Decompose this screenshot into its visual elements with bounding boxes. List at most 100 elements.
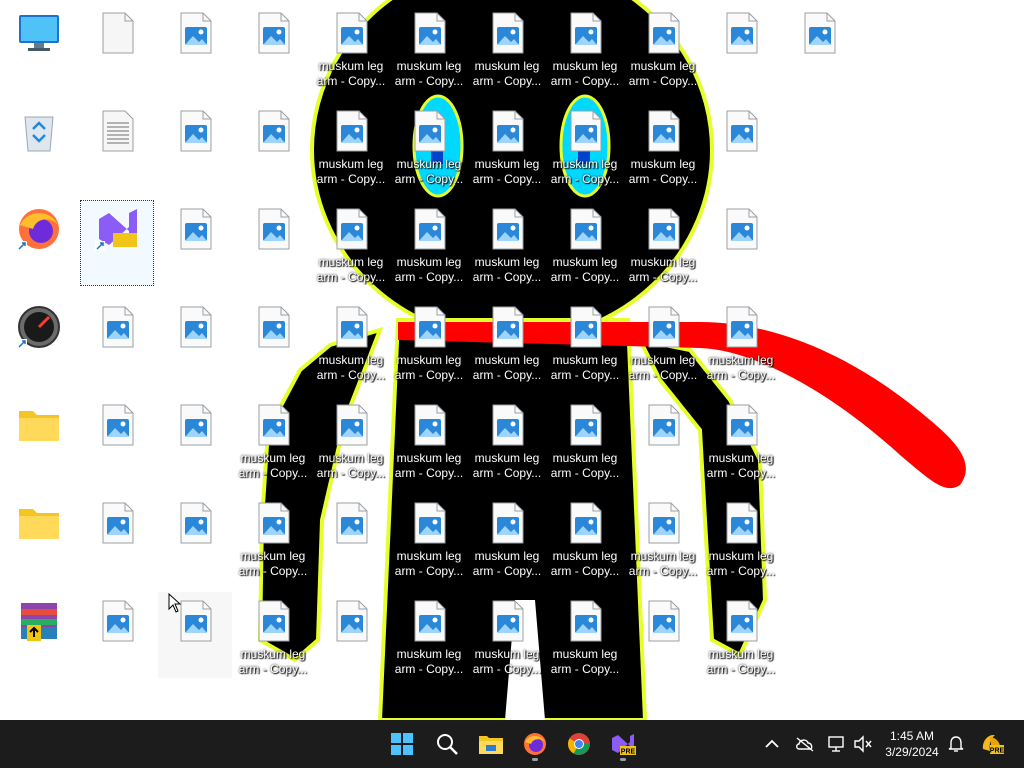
clock-time: 1:45 AM [889, 729, 935, 743]
image-file-icon[interactable]: muskum leg arm - Copy... [548, 102, 622, 188]
image-file-icon[interactable]: muskum leg arm - Copy... [470, 298, 544, 384]
image-file-icon[interactable]: muskum leg arm - Copy... [470, 396, 544, 482]
recycle-bin-icon[interactable] [2, 102, 76, 188]
image-file-icon[interactable]: muskum leg arm - Copy... [314, 200, 388, 286]
monitor-glyph-icon [17, 11, 61, 55]
image-file-icon[interactable]: muskum leg arm - Copy... [314, 396, 388, 482]
image-file-icon[interactable] [158, 494, 232, 580]
image-file-icon[interactable]: muskum leg arm - Copy... [626, 494, 700, 580]
image-file-icon[interactable]: muskum leg arm - Copy... [548, 494, 622, 580]
winrar-icon[interactable] [2, 592, 76, 678]
image-file-icon[interactable] [80, 592, 154, 678]
icon-label: muskum leg arm - Copy... [237, 549, 309, 579]
file-explorer-button[interactable] [473, 726, 509, 762]
image-file-icon[interactable] [314, 592, 388, 678]
system-clock[interactable]: 1:45 AM 3/29/2024 [876, 728, 948, 760]
image-file-icon[interactable] [80, 298, 154, 384]
image-file-icon[interactable] [158, 396, 232, 482]
notifications-button[interactable] [944, 732, 968, 756]
image-file-icon[interactable]: muskum leg arm - Copy... [470, 102, 544, 188]
image-file-icon[interactable] [80, 396, 154, 482]
image-file-icon[interactable]: muskum leg arm - Copy... [470, 494, 544, 580]
image-file-icon[interactable]: muskum leg arm - Copy... [470, 592, 544, 678]
icon-label: muskum leg arm - Copy... [549, 157, 621, 187]
image-file-icon[interactable] [236, 298, 310, 384]
this-pc-icon[interactable] [2, 4, 76, 90]
folder-icon[interactable] [2, 396, 76, 482]
image-file-icon[interactable]: muskum leg arm - Copy... [392, 200, 466, 286]
image-file-icon[interactable] [704, 102, 778, 188]
search-button[interactable] [429, 726, 465, 762]
image-file-icon[interactable]: muskum leg arm - Copy... [548, 200, 622, 286]
image-file-icon[interactable]: muskum leg arm - Copy... [392, 494, 466, 580]
image-file-icon[interactable]: muskum leg arm - Copy... [236, 494, 310, 580]
image-file-icon[interactable]: muskum leg arm - Copy... [392, 4, 466, 90]
blank-file-icon[interactable] [80, 4, 154, 90]
firefox-shortcut-icon[interactable] [2, 200, 76, 286]
image-file-icon[interactable]: muskum leg arm - Copy... [704, 592, 778, 678]
image-file-icon[interactable]: muskum leg arm - Copy... [704, 494, 778, 580]
image-glyph-icon [485, 207, 529, 251]
image-file-icon[interactable]: muskum leg arm - Copy... [704, 298, 778, 384]
image-file-icon[interactable]: muskum leg arm - Copy... [548, 396, 622, 482]
image-file-icon[interactable] [236, 102, 310, 188]
file-explorer-icon [479, 736, 503, 754]
icon-label-line1: muskum leg [318, 451, 384, 465]
image-file-icon[interactable] [626, 592, 700, 678]
image-file-icon[interactable]: muskum leg arm - Copy... [548, 592, 622, 678]
image-file-icon[interactable] [626, 396, 700, 482]
image-file-icon[interactable] [704, 200, 778, 286]
image-file-icon[interactable]: muskum leg arm - Copy... [470, 200, 544, 286]
image-file-icon[interactable] [80, 494, 154, 580]
speed-app-shortcut-icon[interactable] [2, 298, 76, 384]
text-file-icon[interactable] [80, 102, 154, 188]
chrome-taskbar-button[interactable] [561, 726, 597, 762]
text-glyph-icon [95, 109, 139, 153]
image-file-icon[interactable] [236, 200, 310, 286]
icon-label-line2: arm - Copy... [628, 172, 698, 186]
visual-studio-preview-shortcut[interactable] [80, 200, 154, 286]
image-file-icon[interactable] [158, 102, 232, 188]
image-file-icon[interactable]: muskum leg arm - Copy... [392, 102, 466, 188]
image-file-icon[interactable] [236, 4, 310, 90]
image-file-icon[interactable] [704, 4, 778, 90]
icon-label-line2: arm - Copy... [706, 662, 776, 676]
firefox-taskbar-button[interactable] [517, 726, 553, 762]
start-button[interactable] [384, 726, 420, 762]
folder-icon[interactable] [2, 494, 76, 580]
icon-label: muskum leg arm - Copy... [393, 451, 465, 481]
image-file-icon[interactable]: muskum leg arm - Copy... [392, 298, 466, 384]
icon-label-line2: arm - Copy... [628, 74, 698, 88]
image-file-icon[interactable]: muskum leg arm - Copy... [236, 396, 310, 482]
icon-label-line1: muskum leg [708, 451, 774, 465]
network-icon [828, 736, 844, 752]
icon-label-line2: arm - Copy... [238, 662, 308, 676]
image-file-icon[interactable]: muskum leg arm - Copy... [626, 298, 700, 384]
image-file-icon[interactable]: muskum leg arm - Copy... [626, 200, 700, 286]
image-file-icon[interactable]: muskum leg arm - Copy... [314, 102, 388, 188]
image-glyph-icon [251, 109, 295, 153]
image-file-icon[interactable]: muskum leg arm - Copy... [626, 4, 700, 90]
image-file-icon[interactable]: muskum leg arm - Copy... [548, 298, 622, 384]
onedrive-tray-button[interactable] [793, 732, 817, 756]
volume-tray-button[interactable] [851, 732, 875, 756]
copilot-preview-button[interactable]: PRE [980, 732, 1004, 756]
image-file-icon[interactable]: muskum leg arm - Copy... [392, 592, 466, 678]
show-hidden-icons-button[interactable] [760, 732, 784, 756]
image-file-icon[interactable]: muskum leg arm - Copy... [236, 592, 310, 678]
image-file-icon[interactable]: muskum leg arm - Copy... [548, 4, 622, 90]
image-file-icon[interactable] [158, 4, 232, 90]
network-tray-button[interactable] [825, 732, 849, 756]
image-file-icon[interactable] [314, 494, 388, 580]
icon-label-line1: muskum leg [552, 157, 618, 171]
image-file-icon[interactable]: muskum leg arm - Copy... [626, 102, 700, 188]
image-file-icon[interactable]: muskum leg arm - Copy... [392, 396, 466, 482]
image-file-icon[interactable]: muskum leg arm - Copy... [704, 396, 778, 482]
image-file-icon[interactable]: muskum leg arm - Copy... [314, 4, 388, 90]
image-file-icon[interactable] [158, 200, 232, 286]
visual-studio-taskbar-button[interactable]: PRE [605, 726, 641, 762]
image-file-icon[interactable] [782, 4, 856, 90]
image-file-icon[interactable] [158, 298, 232, 384]
image-file-icon[interactable]: muskum leg arm - Copy... [470, 4, 544, 90]
image-file-icon[interactable]: muskum leg arm - Copy... [314, 298, 388, 384]
